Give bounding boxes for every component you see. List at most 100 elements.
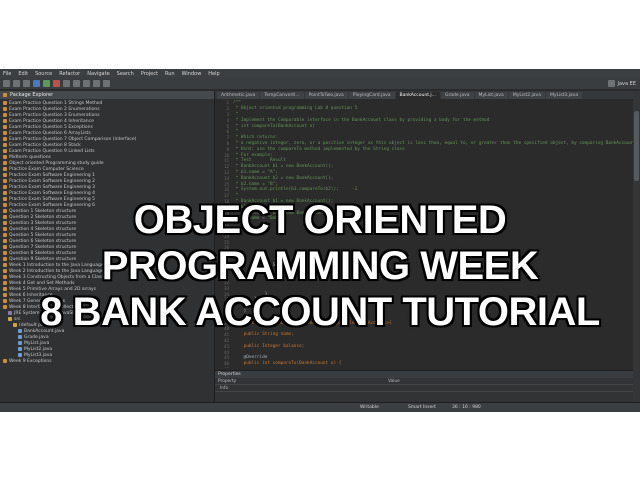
properties-tab[interactable]: Properties: [215, 371, 633, 378]
package-icon: [3, 185, 7, 189]
code-text: * BankAccount b1 = new BankAccount();: [233, 164, 334, 170]
line-number: 6: [226, 129, 229, 135]
tree-item-label: Object oriented Programming study guide: [9, 160, 104, 166]
line-number: 2: [226, 106, 229, 112]
properties-row[interactable]: Info: [215, 385, 633, 392]
open-perspective-icon[interactable]: [607, 80, 615, 87]
print-icon[interactable]: [23, 80, 30, 87]
search-icon[interactable]: [83, 80, 90, 87]
menu-bar: File Edit Source Refactor Navigate Search Proj…: [0, 69, 640, 78]
menu-help[interactable]: Help: [208, 71, 219, 77]
open-type-icon[interactable]: [73, 80, 80, 87]
menu-project[interactable]: Project: [141, 71, 158, 77]
package-icon: [3, 245, 7, 249]
tree-item-label: Week 8 Interface and collections: [9, 304, 83, 310]
forward-icon[interactable]: [103, 80, 110, 87]
tree-item-label: Question 5 Skeleton structure: [9, 232, 77, 238]
tree-item-label: Practice Exam Software Engineering 3: [9, 184, 96, 190]
menu-file[interactable]: File: [3, 71, 11, 77]
editor-tab[interactable]: MyList2.java: [508, 92, 545, 99]
tree-item-label: Exam Practice Question 7 Object Comparis…: [9, 136, 137, 142]
tree-item-label: (default package): [19, 322, 59, 328]
tree-item[interactable]: Week 9 Exceptions: [0, 358, 214, 364]
line-number: 33: [224, 285, 229, 291]
tree-item-label: Practice Exam Computer Science: [9, 166, 84, 172]
menu-source[interactable]: Source: [35, 71, 52, 77]
package-icon: [3, 173, 7, 177]
menu-window[interactable]: Window: [182, 71, 202, 77]
menu-run[interactable]: Run: [165, 71, 175, 77]
tree-item-label: Grade.java: [24, 334, 49, 340]
package-icon: [3, 227, 7, 231]
stop-icon[interactable]: [53, 80, 60, 87]
back-icon[interactable]: [93, 80, 100, 87]
save-icon[interactable]: [13, 80, 20, 87]
new-icon[interactable]: [3, 80, 10, 87]
line-number: 34: [224, 291, 229, 297]
tree-item-label: Practice Exam Software Engineering 1: [9, 172, 96, 178]
tree-item-label: Exam Practice Question 4 Inheritance: [9, 118, 94, 124]
run-icon[interactable]: [43, 80, 50, 87]
tree-item-label: Question 7 Skeleton structure: [9, 244, 77, 250]
package-icon: [3, 263, 7, 267]
tree-item-label: Exam Practice Question 8 Stack: [9, 142, 81, 148]
new-class-icon[interactable]: [63, 80, 70, 87]
editor-tab[interactable]: TempConverti...: [260, 92, 304, 99]
line-number: 47: [215, 367, 233, 368]
menu-navigate[interactable]: Navigate: [87, 71, 109, 77]
debug-icon[interactable]: [33, 80, 40, 87]
editor-tab[interactable]: MyList.java: [474, 92, 508, 99]
line-number: 14: [224, 175, 229, 181]
code-text: * b2.name = "Bob";: [233, 216, 284, 222]
line-number: 11: [224, 158, 229, 164]
editor-tab[interactable]: PlayingCard.java: [348, 92, 395, 99]
code-text: * b1.name = "Brian";: [233, 204, 289, 210]
package-icon: [3, 299, 7, 303]
tree-item-label: Exam Practice Question 5 Exceptions: [9, 124, 93, 130]
tree-item-label: BankAccount.java: [24, 328, 65, 334]
property-column-header: Property: [218, 378, 237, 384]
package-icon: [3, 113, 7, 117]
tree-item-label: MyList2.java: [24, 346, 53, 352]
menu-edit[interactable]: Edit: [18, 71, 28, 77]
package-icon: [3, 149, 7, 153]
line-number: 26: [224, 245, 229, 251]
package-icon: [3, 101, 7, 105]
code-area[interactable]: 1 /** 2 * Object oriented programming Lab …: [215, 100, 633, 368]
perspective-label[interactable]: Java EE: [618, 81, 636, 87]
tree-item-label: Question 1 Skeleton structure: [9, 208, 77, 214]
code-text: *: [233, 193, 239, 199]
editor-tab[interactable]: MyList3.java: [545, 92, 583, 99]
code-text: *: [233, 129, 239, 135]
line-number: 17: [224, 193, 229, 199]
tree-item-label: Exam Practice Question 6 ArrayLists: [9, 130, 91, 136]
menu-refactor[interactable]: Refactor: [59, 71, 80, 77]
tree-item-label: Week 1 Introduction to the Java Language: [9, 262, 104, 268]
line-number: 32: [224, 280, 229, 286]
line-number: 37: [224, 309, 229, 315]
editor-tab[interactable]: Grade.java: [440, 92, 474, 99]
java-file-icon: [18, 341, 22, 345]
editor-tab[interactable]: PointToTwo.java: [304, 92, 348, 99]
line-number: 38: [224, 314, 229, 320]
line-number: 16: [224, 187, 229, 193]
menu-search[interactable]: Search: [117, 71, 134, 77]
line-number: 25: [224, 239, 229, 245]
line-number: 40: [224, 326, 229, 332]
editor-tab[interactable]: BankAccount.j...: [395, 92, 440, 99]
line-number: 7: [226, 135, 229, 141]
line-number: 46: [224, 361, 229, 367]
scrollbar-thumb[interactable]: [634, 111, 639, 181]
project-tree: Exam Practice Question 1 Strings Method E…: [0, 99, 214, 364]
editor-scrollbar[interactable]: [633, 91, 640, 402]
editor-tab[interactable]: Arithmetic.java: [217, 92, 260, 99]
code-text: public Integer balance;: [233, 343, 305, 349]
